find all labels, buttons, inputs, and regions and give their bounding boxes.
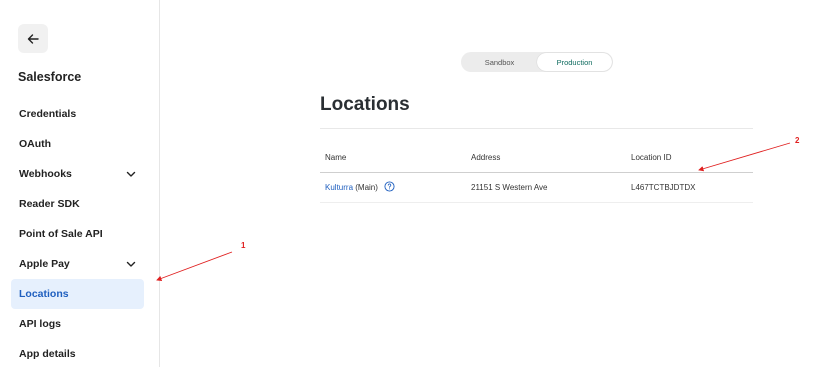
help-icon[interactable] — [384, 181, 395, 192]
table-row: Kulturra (Main) 21151 S Western Ave L467… — [320, 173, 753, 203]
page-title: Locations — [320, 94, 410, 115]
annotation-label-2: 2 — [795, 136, 800, 145]
location-main-suffix: (Main) — [355, 183, 378, 192]
environment-toggle: Sandbox Production — [461, 52, 613, 72]
sidebar-item-credentials[interactable]: Credentials — [11, 99, 144, 129]
sidebar: Salesforce Credentials OAuth Webhooks Re… — [0, 0, 160, 367]
sidebar-item-label: OAuth — [19, 138, 52, 150]
sidebar-item-label: App details — [19, 348, 76, 360]
sidebar-item-label: API logs — [19, 318, 62, 330]
app-title: Salesforce — [18, 70, 82, 84]
location-name-link[interactable]: Kulturra — [325, 183, 353, 192]
sidebar-item-reader-sdk[interactable]: Reader SDK — [11, 189, 144, 219]
chevron-down-icon[interactable] — [125, 258, 137, 270]
sidebar-item-api-logs[interactable]: API logs — [11, 309, 144, 339]
sidebar-item-label: Reader SDK — [19, 198, 80, 210]
annotation-label-1: 1 — [241, 241, 246, 250]
sidebar-item-oauth[interactable]: OAuth — [11, 129, 144, 159]
back-button[interactable] — [18, 24, 48, 53]
location-id-cell: L467TCTBJDTDX — [631, 183, 696, 192]
production-tab[interactable]: Production — [537, 53, 612, 71]
sidebar-nav: Credentials OAuth Webhooks Reader SDK Po… — [11, 99, 144, 367]
sidebar-item-label: Credentials — [19, 108, 77, 120]
arrow-left-icon — [27, 33, 39, 44]
sidebar-item-locations[interactable]: Locations — [11, 279, 144, 309]
sidebar-item-point-of-sale-api[interactable]: Point of Sale API — [11, 219, 144, 249]
sidebar-item-webhooks[interactable]: Webhooks — [11, 159, 144, 189]
chevron-down-icon[interactable] — [125, 168, 137, 180]
location-name-cell: Kulturra (Main) — [325, 181, 395, 192]
sandbox-tab[interactable]: Sandbox — [462, 53, 537, 71]
sidebar-item-label: Webhooks — [19, 168, 72, 180]
locations-table: Name Address Location ID Kulturra (Main)… — [320, 148, 753, 203]
title-divider — [320, 128, 753, 129]
column-header-name: Name — [325, 153, 347, 162]
sidebar-item-label: Apple Pay — [19, 258, 70, 270]
column-header-location-id: Location ID — [631, 153, 672, 162]
column-header-address: Address — [471, 153, 501, 162]
table-header: Name Address Location ID — [320, 148, 753, 173]
location-address-cell: 21151 S Western Ave — [471, 183, 548, 192]
sidebar-item-app-details[interactable]: App details — [11, 339, 144, 367]
sidebar-item-apple-pay[interactable]: Apple Pay — [11, 249, 144, 279]
main-content: Sandbox Production Locations Name Addres… — [160, 0, 814, 367]
sidebar-item-label: Locations — [19, 288, 69, 300]
sidebar-item-label: Point of Sale API — [19, 228, 103, 240]
